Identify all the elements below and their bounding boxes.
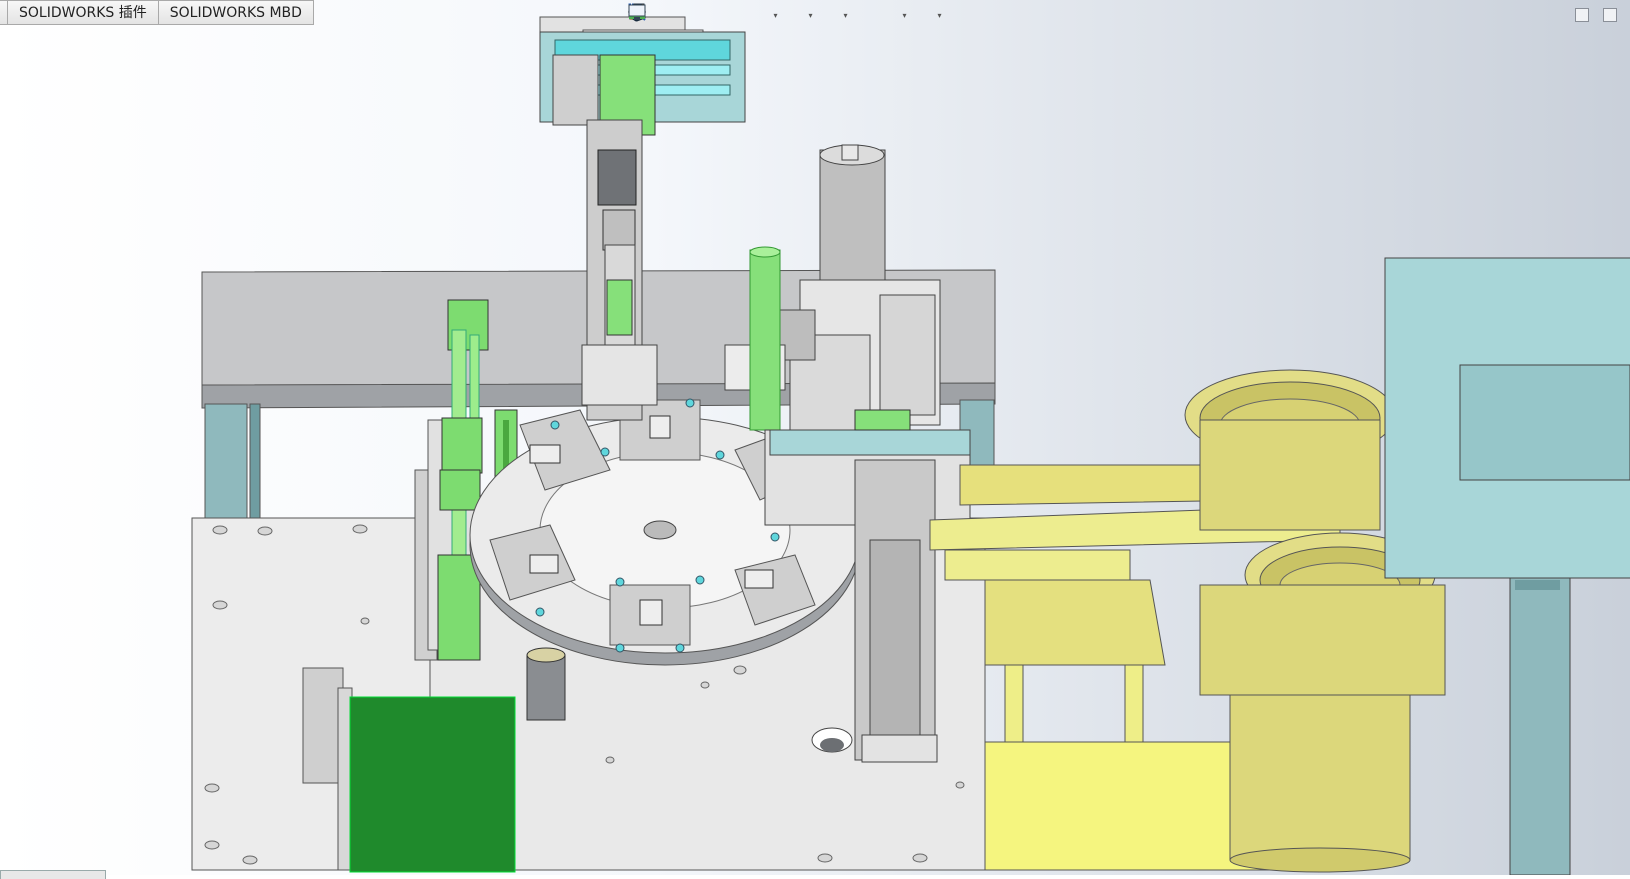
chevron-down-icon[interactable]: ▾ bbox=[771, 11, 780, 20]
control-cabinet bbox=[1384, 257, 1630, 875]
chevron-down-icon[interactable]: ▾ bbox=[935, 11, 944, 20]
chevron-down-icon[interactable]: ▾ bbox=[900, 11, 909, 20]
heads-up-view-toolbar: ▾ ▾ ▾ ▾ ▾ bbox=[627, 2, 944, 28]
servo-motor-column bbox=[724, 144, 941, 431]
view-orientation-icon[interactable] bbox=[630, 4, 769, 26]
maximize-window-icon[interactable] bbox=[1603, 8, 1617, 22]
apply-scene-icon[interactable] bbox=[628, 3, 898, 26]
green-conveyor-belt bbox=[349, 696, 516, 873]
graphics-area-3d-viewport[interactable]: SOLIDWORKS 插件 SOLIDWORKS MBD ▾ ▾ ▾ ▾ ▾ bbox=[0, 0, 1630, 879]
command-tab-truncated[interactable] bbox=[0, 0, 8, 25]
chevron-down-icon[interactable]: ▾ bbox=[841, 11, 850, 20]
section-view-icon[interactable] bbox=[629, 3, 721, 26]
display-style-icon[interactable] bbox=[630, 4, 804, 26]
command-tab-solidworks-mbd[interactable]: SOLIDWORKS MBD bbox=[158, 0, 314, 25]
zoom-to-area-icon[interactable] bbox=[628, 3, 673, 26]
view-settings-icon[interactable] bbox=[628, 4, 933, 26]
command-tab-solidworks-addins[interactable]: SOLIDWORKS 插件 bbox=[8, 0, 159, 25]
edit-appearance-icon[interactable] bbox=[629, 4, 874, 26]
dynamic-annotation-icon[interactable] bbox=[628, 3, 745, 26]
previous-view-icon[interactable] bbox=[629, 4, 697, 26]
restore-window-icon[interactable] bbox=[1575, 8, 1589, 22]
chevron-down-icon[interactable]: ▾ bbox=[806, 11, 815, 20]
command-manager-tabs: SOLIDWORKS 插件 SOLIDWORKS MBD bbox=[0, 0, 314, 26]
cad-assembly-model[interactable] bbox=[0, 0, 1630, 875]
hide-show-items-icon[interactable] bbox=[628, 4, 839, 26]
